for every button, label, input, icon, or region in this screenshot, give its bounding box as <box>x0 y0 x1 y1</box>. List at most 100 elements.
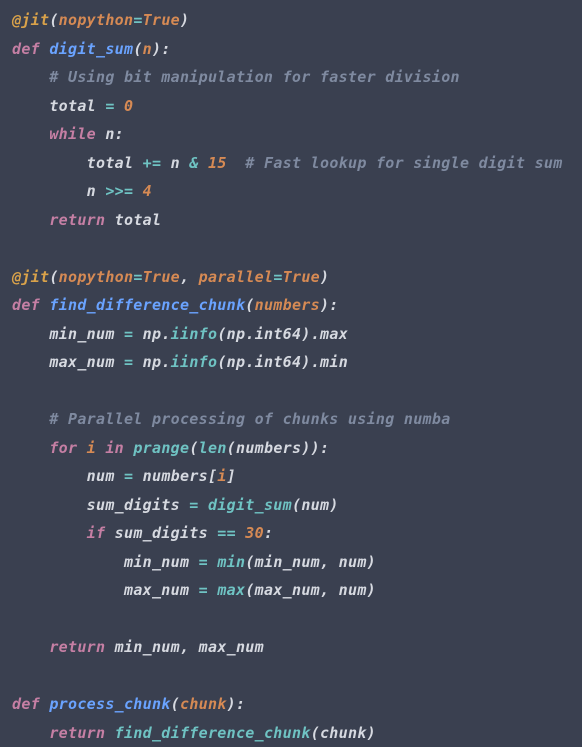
keyword-def: def <box>12 296 49 314</box>
assign: = <box>124 325 133 343</box>
equals: = <box>133 268 142 286</box>
func-name: digit_sum <box>49 40 133 58</box>
bit-and: & <box>189 154 198 172</box>
number: 30 <box>236 524 264 542</box>
paren: ( <box>217 353 226 371</box>
param: numbers <box>255 296 320 314</box>
identifier: total <box>87 154 143 172</box>
space <box>208 553 217 571</box>
identifier: min_num <box>115 638 180 656</box>
kwarg-name: nopython <box>59 11 134 29</box>
func-name: process_chunk <box>49 695 170 713</box>
paren: ( <box>49 11 58 29</box>
identifier: num <box>301 496 329 514</box>
paren: ) <box>329 496 338 514</box>
identifier: max_num <box>199 638 264 656</box>
identifier: min_num <box>255 553 320 571</box>
paren: ( <box>189 439 198 457</box>
comma: , <box>320 581 339 599</box>
keyword-def: def <box>12 695 49 713</box>
comma: , <box>180 268 199 286</box>
identifier: sum_digits <box>115 524 218 542</box>
identifier: max_num <box>124 581 199 599</box>
call-iinfo: iinfo <box>171 325 218 343</box>
keyword-in: in <box>96 439 133 457</box>
keyword-while: while <box>49 125 105 143</box>
paren-colon: ): <box>152 40 171 58</box>
assign: = <box>189 496 198 514</box>
bool-true: True <box>143 11 180 29</box>
comment: # Parallel processing of chunks using nu… <box>49 410 450 428</box>
paren: ( <box>49 268 58 286</box>
kwarg-name: parallel <box>199 268 274 286</box>
paren: ( <box>133 40 142 58</box>
call-find-difference-chunk: find_difference_chunk <box>115 724 311 742</box>
comma: , <box>320 553 339 571</box>
func-name: find_difference_chunk <box>49 296 245 314</box>
kwarg-name: nopython <box>59 268 134 286</box>
assign: = <box>199 581 208 599</box>
paren: ) <box>180 11 189 29</box>
identifier: numbers <box>236 439 301 457</box>
keyword-return: return <box>49 724 114 742</box>
identifier: n <box>161 154 189 172</box>
keyword-return: return <box>49 211 114 229</box>
comma: , <box>180 638 199 656</box>
assign: = <box>124 467 133 485</box>
space <box>199 496 208 514</box>
identifier: numbers <box>133 467 208 485</box>
identifier: total <box>49 97 105 115</box>
call-min: min <box>217 553 245 571</box>
paren-colon: )): <box>301 439 329 457</box>
paren: ( <box>245 581 254 599</box>
dot: . <box>245 353 254 371</box>
bracket: [ <box>208 467 217 485</box>
identifier: total <box>115 211 162 229</box>
equals: = <box>273 268 282 286</box>
dot: . <box>245 325 254 343</box>
call-prange: prange <box>133 439 189 457</box>
keyword-for: for <box>49 439 86 457</box>
call-len: len <box>199 439 227 457</box>
bracket: ] <box>227 467 236 485</box>
rshift-equals: >>= <box>105 182 133 200</box>
bool-true: True <box>283 268 320 286</box>
keyword-if: if <box>87 524 115 542</box>
bool-true: True <box>143 268 180 286</box>
paren: ) <box>320 268 329 286</box>
dot: . <box>161 325 170 343</box>
identifier: n <box>87 182 106 200</box>
plus-equals: += <box>143 154 162 172</box>
paren: ) <box>367 581 376 599</box>
code-block: @jit(nopython=True) def digit_sum(n): # … <box>0 0 582 747</box>
colon: : <box>264 524 273 542</box>
identifier: min_num <box>124 553 199 571</box>
paren: ( <box>245 296 254 314</box>
index-var: i <box>217 467 226 485</box>
comment: # Fast lookup for single digit sum <box>245 154 562 172</box>
equals: = <box>133 11 142 29</box>
identifier: max <box>320 325 348 343</box>
param: n <box>143 40 152 58</box>
identifier: chunk <box>320 724 367 742</box>
paren: ( <box>217 325 226 343</box>
identifier: min <box>320 353 348 371</box>
dot: . <box>311 353 320 371</box>
comment: # Using bit manipulation for faster divi… <box>49 68 460 86</box>
identifier: num <box>339 581 367 599</box>
paren-colon: ): <box>320 296 339 314</box>
paren: ( <box>227 439 236 457</box>
identifier: np <box>227 325 246 343</box>
equals-equals: == <box>217 524 236 542</box>
space <box>208 581 217 599</box>
keyword-return: return <box>49 638 114 656</box>
identifier: int64 <box>255 325 302 343</box>
identifier: int64 <box>255 353 302 371</box>
param: chunk <box>180 695 227 713</box>
paren: ( <box>311 724 320 742</box>
identifier: max_num <box>255 581 320 599</box>
identifier: num <box>339 553 367 571</box>
assign: = <box>124 353 133 371</box>
paren: ) <box>301 325 310 343</box>
dot: . <box>311 325 320 343</box>
